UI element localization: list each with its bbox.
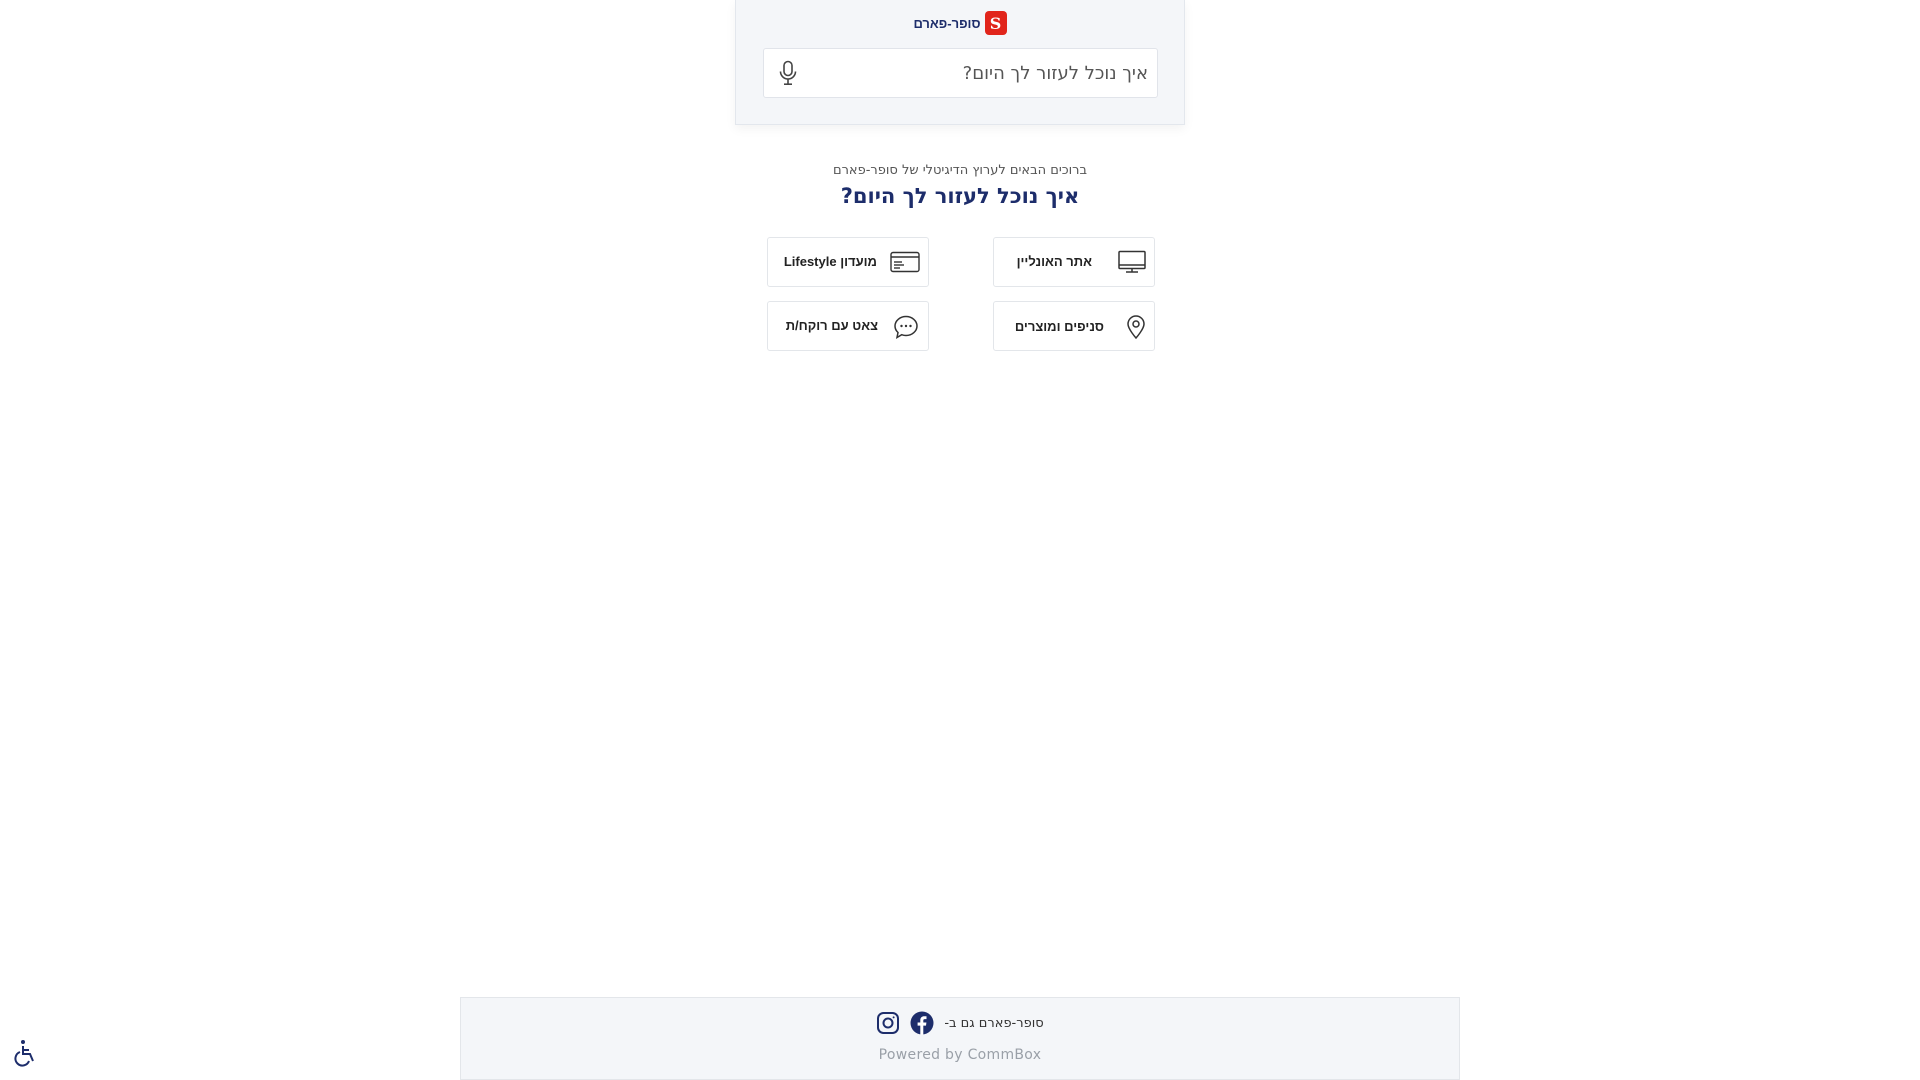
footer: סופר-פארם גם ב- Powered by CommBox: [460, 997, 1460, 1080]
logo[interactable]: S סופר-פארם: [736, 11, 1184, 35]
footer-social-text: סופר-פארם גם ב-: [944, 1015, 1044, 1031]
microphone-icon[interactable]: [768, 49, 808, 97]
logo-text: סופר-פארם: [913, 15, 981, 31]
wheelchair-icon[interactable]: [12, 1038, 40, 1068]
location-pin-icon: [1126, 315, 1146, 339]
instagram-icon[interactable]: [876, 1011, 900, 1035]
chat-pharmacist-label: צאט עם רוקח/ת: [785, 318, 878, 333]
online-site-button[interactable]: אתר האונליין: [993, 237, 1155, 287]
welcome-subtitle: ברוכים הבאים לערוץ הדיגיטלי של סופר-פארם: [832, 163, 1088, 178]
lifestyle-club-label: מועדון Lifestyle: [783, 254, 877, 269]
search-box: [763, 48, 1158, 98]
branches-products-label: סניפים ומוצרים: [1014, 319, 1104, 334]
credit-card-icon: [890, 251, 920, 273]
powered-by-text: Powered by CommBox: [878, 1047, 1042, 1063]
welcome-title: איך נוכל לעזור לך היום?: [840, 184, 1080, 208]
branches-products-button[interactable]: סניפים ומוצרים: [993, 301, 1155, 351]
monitor-icon: [1118, 250, 1146, 274]
page: S סופר-פארם ברוכים הבאים לערוץ הדיגיטלי …: [0, 0, 1920, 1080]
header-panel: S סופר-פארם: [735, 0, 1185, 125]
footer-social: סופר-פארם גם ב-: [461, 1011, 1459, 1035]
search-input[interactable]: [808, 49, 1157, 97]
online-site-label: אתר האונליין: [1016, 254, 1092, 269]
lifestyle-club-button[interactable]: מועדון Lifestyle: [767, 237, 929, 287]
facebook-icon[interactable]: [910, 1011, 934, 1035]
chat-pharmacist-button[interactable]: צאט עם רוקח/ת: [767, 301, 929, 351]
logo-mark-icon: S: [984, 11, 1007, 35]
chat-bubble-icon: [893, 314, 919, 340]
